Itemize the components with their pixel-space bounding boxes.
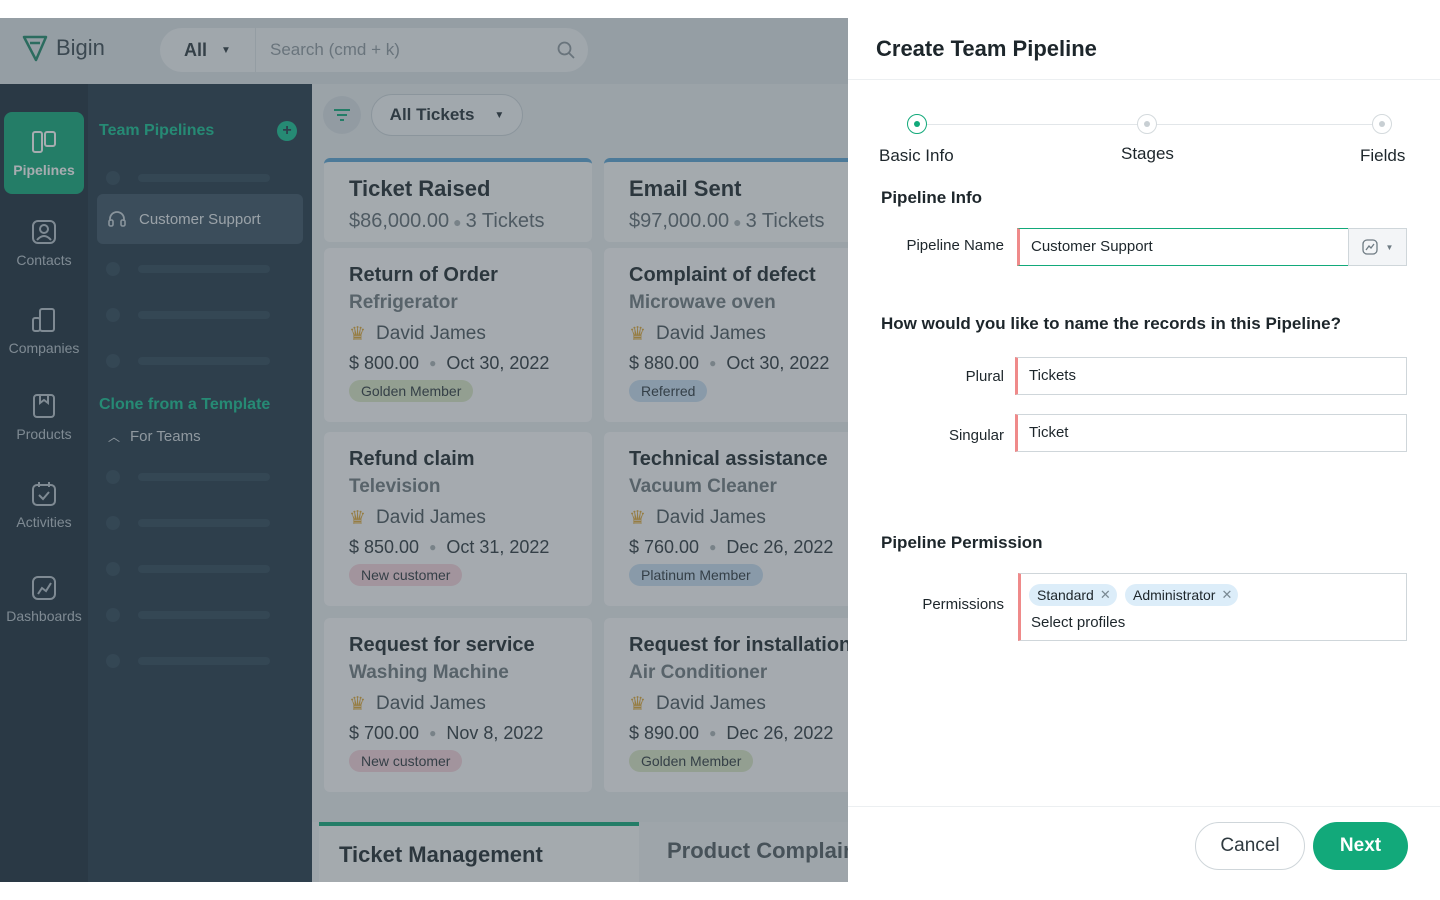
background-app: Bigin All ▼ Search (cmd + k) Pipelines C… — [0, 18, 848, 882]
step-dot-basic-info[interactable] — [907, 114, 927, 134]
permission-chip-standard: Standard ✕ — [1029, 584, 1117, 606]
chip-label: Administrator — [1133, 587, 1216, 603]
remove-chip-icon[interactable]: ✕ — [1100, 584, 1111, 606]
drawer-title: Create Team Pipeline — [876, 36, 1097, 61]
drawer-footer: Cancel Next — [848, 806, 1440, 882]
modal-overlay[interactable] — [0, 18, 848, 882]
create-pipeline-drawer: Create Team Pipeline Basic Info Stages F… — [848, 18, 1440, 882]
cancel-button[interactable]: Cancel — [1195, 822, 1305, 870]
pipeline-info-heading: Pipeline Info — [881, 188, 983, 207]
step-dot-stages[interactable] — [1137, 114, 1157, 134]
chip-label: Standard — [1037, 587, 1094, 603]
pipeline-name-label: Pipeline Name — [906, 237, 1004, 254]
singular-label: Singular — [948, 427, 1004, 444]
records-heading: How would you like to name the records i… — [881, 314, 1342, 333]
pipeline-name-field[interactable]: Customer Support — [1017, 228, 1349, 266]
plural-label: Plural — [965, 368, 1004, 385]
step-dot-fields[interactable] — [1372, 114, 1392, 134]
step-label-basic-info[interactable]: Basic Info — [879, 146, 954, 166]
step-label-fields[interactable]: Fields — [1360, 146, 1405, 166]
pipeline-icon-picker[interactable]: ▼ — [1348, 228, 1407, 266]
chart-icon — [1361, 239, 1378, 255]
step-label-stages[interactable]: Stages — [1121, 144, 1174, 164]
drawer-header: Create Team Pipeline — [848, 18, 1440, 80]
permissions-field[interactable]: Standard ✕ Administrator ✕ Select profil… — [1018, 573, 1407, 641]
select-profiles-input[interactable]: Select profiles — [1031, 614, 1125, 631]
permissions-label: Permissions — [922, 596, 1004, 613]
singular-field[interactable]: Ticket — [1015, 414, 1407, 452]
permission-heading: Pipeline Permission — [881, 533, 1043, 552]
next-button[interactable]: Next — [1313, 822, 1408, 870]
chevron-down-icon: ▼ — [1385, 242, 1394, 252]
plural-field[interactable]: Tickets — [1015, 357, 1407, 395]
permission-chip-administrator: Administrator ✕ — [1125, 584, 1239, 606]
remove-chip-icon[interactable]: ✕ — [1221, 584, 1232, 606]
